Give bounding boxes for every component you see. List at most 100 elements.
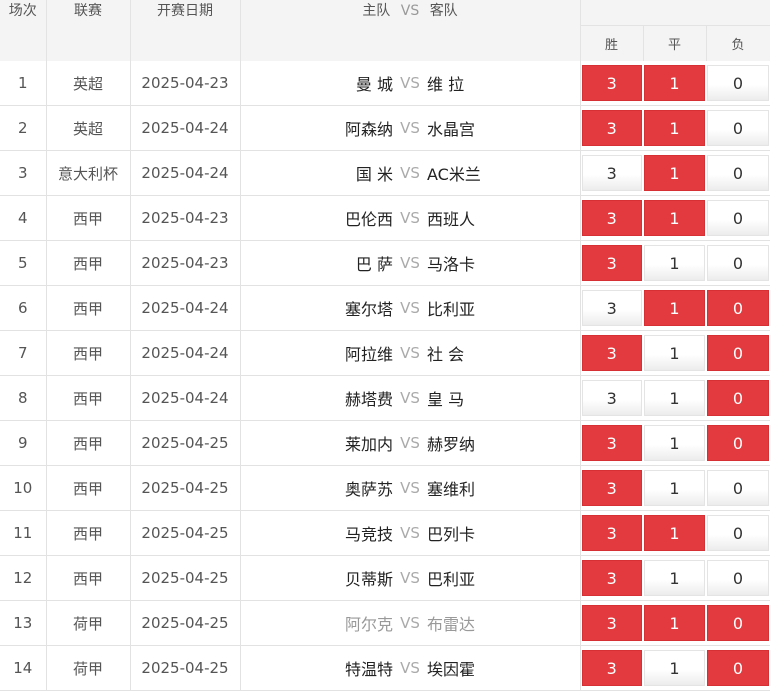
option-lose[interactable]: 0 bbox=[707, 380, 770, 416]
home-team: 莱加内 bbox=[344, 435, 393, 454]
option-win[interactable]: 3 bbox=[581, 380, 642, 416]
table-row: 10 西甲 2025-04-25 奥萨苏 VS 塞维利 3 1 0 bbox=[0, 465, 770, 511]
header-date: 开赛日期 bbox=[130, 0, 241, 61]
option-lose[interactable]: 0 bbox=[707, 110, 770, 146]
option-win[interactable]: 3 bbox=[581, 650, 642, 686]
option-win[interactable]: 3 bbox=[581, 155, 642, 191]
league-name: 西甲 bbox=[46, 330, 131, 376]
match-teams: 国 米 VS AC米兰 bbox=[240, 150, 581, 196]
option-draw[interactable]: 1 bbox=[644, 110, 705, 146]
match-index: 7 bbox=[0, 330, 47, 376]
league-name: 荷甲 bbox=[46, 600, 131, 646]
home-team: 奥萨苏 bbox=[344, 480, 393, 499]
vs-label: VS bbox=[400, 254, 420, 272]
away-team: 比利亚 bbox=[427, 300, 476, 319]
option-draw[interactable]: 1 bbox=[644, 155, 705, 191]
match-date: 2025-04-25 bbox=[130, 420, 241, 466]
league-name: 西甲 bbox=[46, 285, 131, 331]
option-win[interactable]: 3 bbox=[581, 200, 642, 236]
away-team: 马洛卡 bbox=[427, 255, 476, 274]
match-date: 2025-04-25 bbox=[130, 645, 241, 691]
option-draw[interactable]: 1 bbox=[644, 245, 705, 281]
option-draw[interactable]: 1 bbox=[644, 425, 705, 461]
table-row: 1 英超 2025-04-23 曼 城 VS 维 拉310 bbox=[0, 61, 770, 106]
home-team: 巴 萨 bbox=[355, 255, 393, 274]
league-name: 西甲 bbox=[46, 555, 131, 601]
table-row: 2 英超 2025-04-24 阿森纳 VS 水晶宫 3 1 0 bbox=[0, 105, 770, 151]
home-team: 特温特 bbox=[344, 660, 393, 679]
match-teams: 特温特 VS 埃因霍 bbox=[240, 645, 581, 691]
home-team: 马竞技 bbox=[344, 525, 393, 544]
option-draw[interactable]: 1 bbox=[644, 290, 705, 326]
match-date: 2025-04-25 bbox=[130, 555, 241, 601]
match-date: 2025-04-24 bbox=[130, 105, 241, 151]
option-win[interactable]: 3 bbox=[581, 335, 642, 371]
league-name: 西甲 bbox=[46, 195, 131, 241]
header-away: 客队 bbox=[429, 3, 458, 19]
option-win[interactable]: 3 bbox=[581, 470, 642, 506]
option-draw[interactable]: 1 bbox=[644, 380, 705, 416]
option-win[interactable]: 3 bbox=[581, 290, 642, 326]
option-win[interactable]: 3 bbox=[581, 245, 642, 281]
table-row: 6 西甲 2025-04-24 塞尔塔 VS 比利亚 3 1 0 bbox=[0, 285, 770, 331]
option-draw[interactable]: 1 bbox=[644, 605, 705, 641]
table-row: 7 西甲 2025-04-24 阿拉维 VS 社 会 310 bbox=[0, 330, 770, 376]
match-index: 8 bbox=[0, 375, 47, 421]
home-team: 曼 城 bbox=[355, 75, 393, 94]
table-row: 5 西甲 2025-04-23 巴 萨 VS 马洛卡 3 1 0 bbox=[0, 240, 770, 286]
match-rows: 1 英超 2025-04-23 曼 城 VS 维 拉 3 1 0 2 英超 2025-04-24 阿森纳… bbox=[0, 61, 770, 691]
away-team: 巴利亚 bbox=[427, 570, 476, 589]
option-lose[interactable]: 0 bbox=[707, 290, 770, 326]
match-index: 11 bbox=[0, 510, 47, 556]
option-draw[interactable]: 1 bbox=[644, 515, 705, 551]
vs-label: VS bbox=[400, 524, 420, 542]
header-options-group bbox=[580, 0, 770, 26]
match-teams: 巴伦西 VS 西班人 bbox=[240, 195, 581, 241]
table-row: 12 西甲 2025-04-25 贝蒂斯 VS 巴利亚 3 1 0 bbox=[0, 555, 770, 601]
option-draw[interactable]: 1 bbox=[644, 470, 705, 506]
option-lose[interactable]: 0 bbox=[707, 335, 770, 371]
table-row: 4 西甲 2025-04-23 巴伦西 VS 西班人 3 1 0 bbox=[0, 195, 770, 241]
option-lose[interactable]: 0 bbox=[707, 560, 770, 596]
option-draw[interactable]: 1 bbox=[644, 200, 705, 236]
vs-label: VS bbox=[400, 614, 420, 632]
option-win[interactable]: 3 bbox=[581, 560, 642, 596]
header-lose: 负 bbox=[706, 25, 770, 61]
away-team: 塞维利 bbox=[427, 480, 476, 499]
option-lose[interactable]: 0 bbox=[707, 245, 770, 281]
option-lose[interactable]: 0 bbox=[707, 200, 770, 236]
vs-label: VS bbox=[400, 344, 420, 362]
option-win[interactable]: 3 bbox=[581, 110, 642, 146]
away-team: 埃因霍 bbox=[427, 660, 476, 679]
option-lose[interactable]: 0 bbox=[707, 65, 770, 101]
option-draw[interactable]: 1 bbox=[644, 335, 705, 371]
home-team: 阿尔克 bbox=[344, 615, 393, 634]
match-teams: 巴 萨 VS 马洛卡 bbox=[240, 240, 581, 286]
match-date: 2025-04-23 bbox=[130, 61, 241, 106]
away-team: 赫罗纳 bbox=[427, 435, 476, 454]
option-lose[interactable]: 0 bbox=[707, 605, 770, 641]
match-teams: 奥萨苏 VS 塞维利 bbox=[240, 465, 581, 511]
option-draw[interactable]: 1 bbox=[644, 560, 705, 596]
header-match: 主队 VS 客队 bbox=[240, 0, 581, 61]
option-win[interactable]: 3 bbox=[581, 605, 642, 641]
match-date: 2025-04-23 bbox=[130, 195, 241, 241]
league-name: 英超 bbox=[46, 105, 131, 151]
option-lose[interactable]: 0 bbox=[707, 425, 770, 461]
option-win[interactable]: 3 bbox=[581, 515, 642, 551]
home-team: 塞尔塔 bbox=[344, 300, 393, 319]
option-lose[interactable]: 0 bbox=[707, 470, 770, 506]
table-row: 3 意大利杯 2025-04-24 国 米 VS AC米兰 3 1 0 bbox=[0, 150, 770, 196]
option-draw[interactable]: 1 bbox=[644, 650, 705, 686]
option-win[interactable]: 3 bbox=[581, 65, 642, 101]
header-league: 联赛 bbox=[46, 0, 131, 61]
vs-label: VS bbox=[400, 659, 420, 677]
option-win[interactable]: 3 bbox=[581, 425, 642, 461]
option-lose[interactable]: 0 bbox=[707, 155, 770, 191]
option-draw[interactable]: 1 bbox=[644, 65, 705, 101]
match-date: 2025-04-24 bbox=[130, 375, 241, 421]
match-teams: 阿森纳 VS 水晶宫 bbox=[240, 105, 581, 151]
option-lose[interactable]: 0 bbox=[707, 650, 770, 686]
option-lose[interactable]: 0 bbox=[707, 515, 770, 551]
match-date: 2025-04-25 bbox=[130, 510, 241, 556]
